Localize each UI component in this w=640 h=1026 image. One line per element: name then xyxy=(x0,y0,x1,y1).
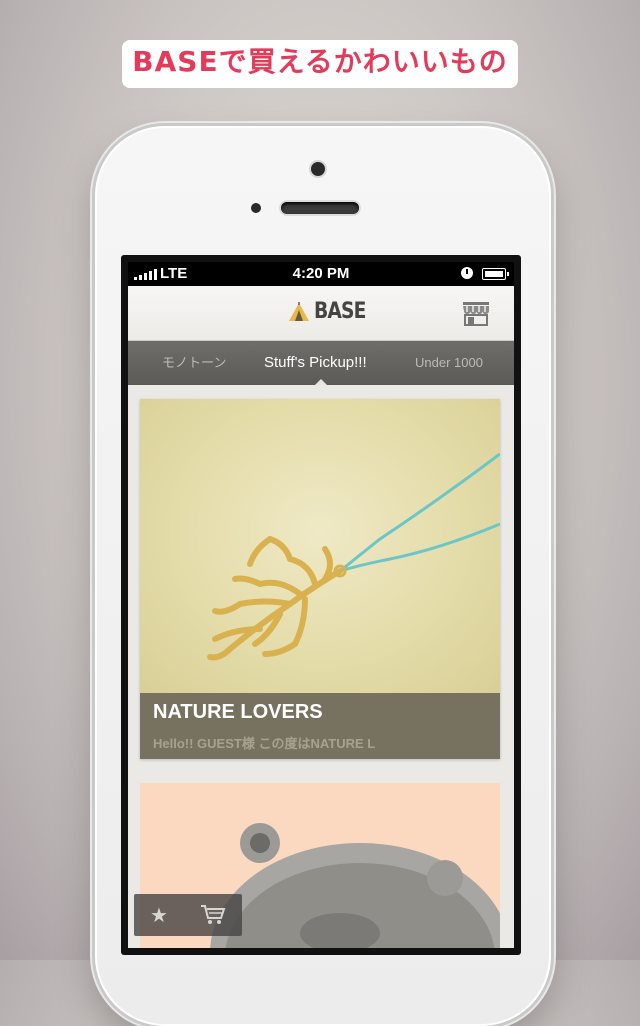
cart-icon[interactable] xyxy=(200,904,226,926)
tent-icon xyxy=(289,301,309,321)
headline-text: BASEで買えるかわいいもの xyxy=(122,40,518,88)
app-screen: LTE 4:20 PM BASE モノトーン Stuff's Pickup!!! xyxy=(128,262,514,948)
star-icon[interactable]: ★ xyxy=(150,903,168,928)
clock-icon xyxy=(461,267,473,279)
status-bar: LTE 4:20 PM xyxy=(128,262,514,286)
feed: NATURE LOVERS Hello!! GUEST様 この度はNATURE … xyxy=(128,385,514,948)
battery-icon xyxy=(482,268,509,280)
base-logo[interactable]: BASE xyxy=(288,299,375,324)
product-image-necklace xyxy=(140,399,500,694)
floating-action-bar: ★ xyxy=(134,894,242,936)
feed-card[interactable]: NATURE LOVERS Hello!! GUEST様 この度はNATURE … xyxy=(140,399,500,759)
proximity-sensor xyxy=(251,203,261,213)
tab-monotone[interactable]: モノトーン xyxy=(162,341,226,385)
app-header: BASE xyxy=(128,286,514,341)
headline-banner: BASEで買えるかわいいもの xyxy=(0,40,640,88)
tab-under-1000[interactable]: Under 1000 xyxy=(415,341,483,385)
logo-text: BASE xyxy=(314,299,366,324)
status-time: 4:20 PM xyxy=(292,265,350,282)
earpiece-speaker xyxy=(281,202,359,214)
card-subtitle: Hello!! GUEST様 この度はNATURE L xyxy=(153,736,376,751)
storefront-icon[interactable] xyxy=(462,300,490,326)
card-title: NATURE LOVERS xyxy=(153,701,323,723)
card-caption: NATURE LOVERS Hello!! GUEST様 この度はNATURE … xyxy=(140,693,500,759)
front-camera xyxy=(311,162,325,176)
